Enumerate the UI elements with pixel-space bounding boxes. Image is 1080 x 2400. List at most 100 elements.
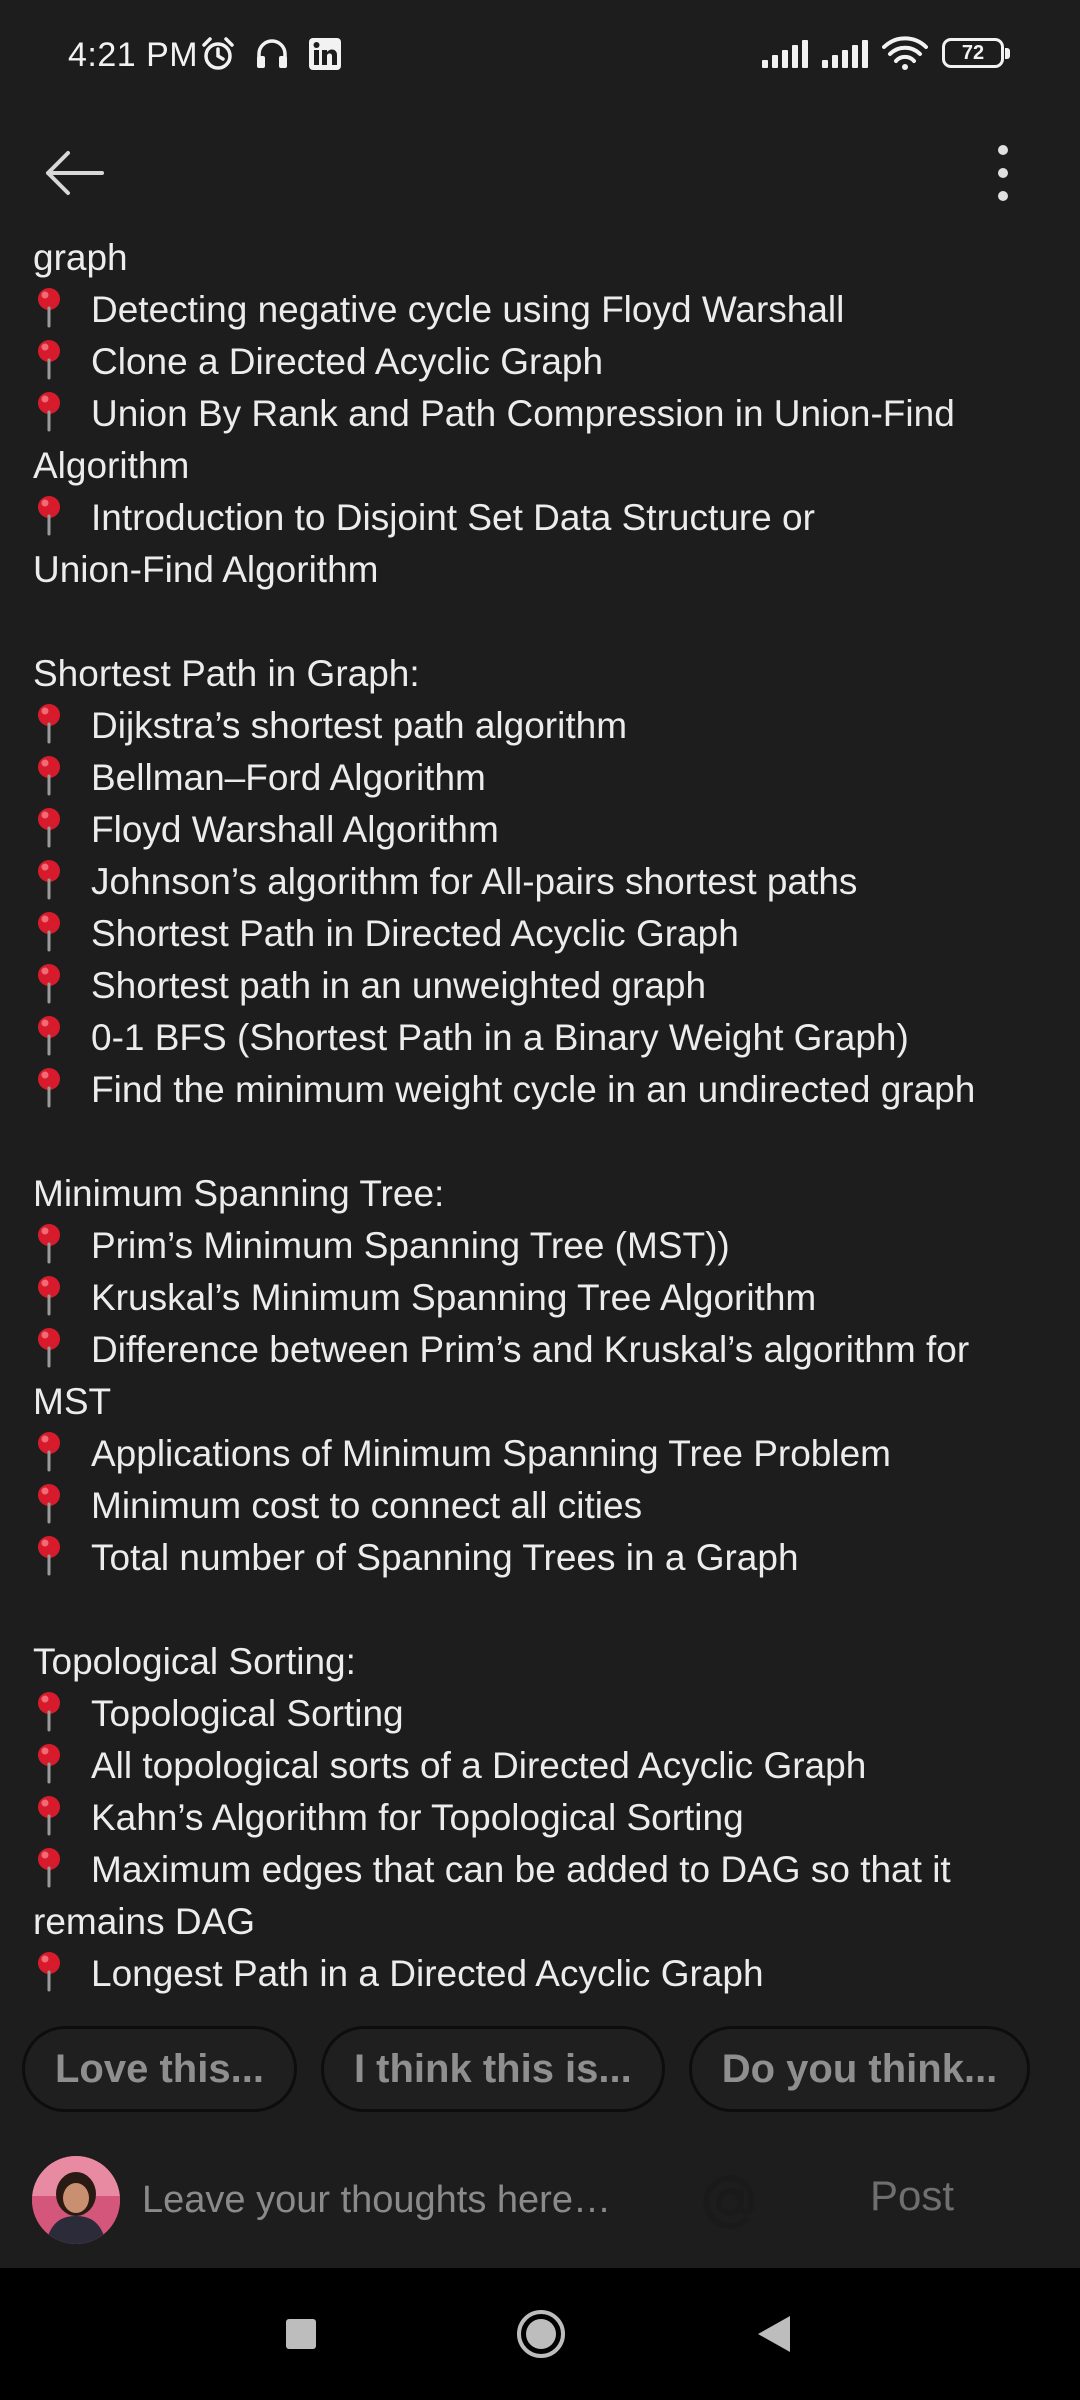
list-item: Topological Sorting xyxy=(33,1688,1053,1740)
circle-icon xyxy=(517,2310,565,2358)
post-button[interactable]: Post xyxy=(870,2172,954,2220)
more-options-button[interactable] xyxy=(978,138,1028,208)
pin-icon-wrap xyxy=(33,1064,91,1116)
text-line: graph xyxy=(33,232,1053,284)
pin-icon xyxy=(38,340,60,380)
comment-composer: Post xyxy=(0,2150,1080,2250)
line-text: Dijkstra’s shortest path algorithm xyxy=(91,705,628,746)
pin-icon-wrap xyxy=(33,492,91,544)
list-item: All topological sorts of a Directed Acyc… xyxy=(33,1740,1053,1792)
list-item: Applications of Minimum Spanning Tree Pr… xyxy=(33,1428,1053,1480)
back-button[interactable] xyxy=(40,138,110,208)
pin-icon xyxy=(38,704,60,744)
status-notification-icons xyxy=(200,36,342,72)
line-text: Bellman–Ford Algorithm xyxy=(91,757,486,798)
text-line: Algorithm xyxy=(33,440,1053,492)
line-text: Difference between Prim’s and Kruskal’s … xyxy=(91,1329,970,1370)
pin-icon xyxy=(38,912,60,952)
avatar xyxy=(32,2156,120,2244)
list-item: Prim’s Minimum Spanning Tree (MST)) xyxy=(33,1220,1053,1272)
linkedin-icon xyxy=(309,38,341,70)
more-vertical-icon xyxy=(998,145,1008,201)
list-item: Bellman–Ford Algorithm xyxy=(33,752,1053,804)
list-item: Dijkstra’s shortest path algorithm xyxy=(33,700,1053,752)
pin-icon-wrap xyxy=(33,804,91,856)
pin-icon xyxy=(38,1952,60,1992)
pin-icon-wrap xyxy=(33,1792,91,1844)
battery-icon: 72 xyxy=(942,38,1010,68)
list-item: Union By Rank and Path Compression in Un… xyxy=(33,388,1053,440)
pin-icon xyxy=(38,756,60,796)
mention-button[interactable] xyxy=(700,2172,760,2232)
pin-icon xyxy=(38,860,60,900)
square-icon xyxy=(286,2319,316,2349)
screen: 4:21 PM 72 graph Detecting negative cycl… xyxy=(0,0,1080,2400)
list-item: Johnson’s algorithm for All-pairs shorte… xyxy=(33,856,1053,908)
list-item: Minimum cost to connect all cities xyxy=(33,1480,1053,1532)
pin-icon-wrap xyxy=(33,960,91,1012)
pin-icon xyxy=(38,288,60,328)
comment-input[interactable] xyxy=(142,2170,662,2230)
status-time: 4:21 PM xyxy=(68,36,199,74)
headset-icon xyxy=(257,39,287,68)
text-line: Union-Find Algorithm xyxy=(33,544,1053,596)
pin-icon xyxy=(38,1536,60,1576)
text-line: Shortest Path in Graph: xyxy=(33,648,1053,700)
line-text: Kruskal’s Minimum Spanning Tree Algorith… xyxy=(91,1277,817,1318)
quick-reply-love[interactable]: Love this... xyxy=(22,2026,297,2112)
pin-icon-wrap xyxy=(33,1948,91,1994)
pin-icon-wrap xyxy=(33,1272,91,1324)
pin-icon xyxy=(38,1484,60,1524)
pin-icon xyxy=(38,392,60,432)
quick-reply-think[interactable]: I think this is... xyxy=(320,2026,665,2112)
line-text: Total number of Spanning Trees in a Grap… xyxy=(91,1537,799,1578)
list-item: Longest Path in a Directed Acyclic Graph xyxy=(33,1948,1053,1994)
line-text: Floyd Warshall Algorithm xyxy=(91,809,499,850)
line-text: Kahn’s Algorithm for Topological Sorting xyxy=(91,1797,744,1838)
text-line: Topological Sorting: xyxy=(33,1636,1053,1688)
pin-icon-wrap xyxy=(33,1740,91,1792)
list-item: Shortest Path in Directed Acyclic Graph xyxy=(33,908,1053,960)
pin-icon xyxy=(38,1796,60,1836)
pin-icon-wrap xyxy=(33,1428,91,1480)
pin-icon xyxy=(38,1276,60,1316)
pin-icon xyxy=(38,1848,60,1888)
pin-icon-wrap xyxy=(33,856,91,908)
arrow-left-icon xyxy=(46,151,104,195)
back-nav-button[interactable] xyxy=(756,2314,792,2359)
signal-icon xyxy=(762,38,808,68)
app-bar xyxy=(0,120,1080,220)
pin-icon xyxy=(38,808,60,848)
list-item: Shortest path in an unweighted graph xyxy=(33,960,1053,1012)
quick-reply-chips: Love this... I think this is... Do you t… xyxy=(22,2026,1031,2112)
wifi-icon xyxy=(882,36,928,70)
pin-icon-wrap xyxy=(33,1532,91,1584)
alarm-icon xyxy=(202,37,234,70)
line-text: Find the minimum weight cycle in an undi… xyxy=(91,1069,976,1110)
pin-icon-wrap xyxy=(33,908,91,960)
line-text: 0-1 BFS (Shortest Path in a Binary Weigh… xyxy=(91,1017,909,1058)
recents-button[interactable] xyxy=(285,2318,317,2355)
line-text: Shortest Path in Graph: xyxy=(33,653,420,694)
line-text: Union By Rank and Path Compression in Un… xyxy=(91,393,955,434)
list-item: Detecting negative cycle using Floyd War… xyxy=(33,284,1053,336)
home-button[interactable] xyxy=(515,2308,567,2365)
list-item: Clone a Directed Acyclic Graph xyxy=(33,336,1053,388)
line-text: graph xyxy=(33,237,128,278)
triangle-back-icon xyxy=(758,2316,790,2352)
post-content: graph Detecting negative cycle using Floy… xyxy=(33,232,1053,1994)
quick-reply-question[interactable]: Do you think... xyxy=(688,2026,1031,2112)
pin-icon xyxy=(38,1432,60,1472)
pin-icon xyxy=(38,1224,60,1264)
pin-icon xyxy=(38,496,60,536)
status-system-icons: 72 xyxy=(762,36,1010,70)
pin-icon xyxy=(38,964,60,1004)
pin-icon-wrap xyxy=(33,1688,91,1740)
line-text: Topological Sorting: xyxy=(33,1641,356,1682)
pin-icon-wrap xyxy=(33,388,91,440)
list-item: 0-1 BFS (Shortest Path in a Binary Weigh… xyxy=(33,1012,1053,1064)
line-text: Introduction to Disjoint Set Data Struct… xyxy=(91,497,815,538)
list-item: Kruskal’s Minimum Spanning Tree Algorith… xyxy=(33,1272,1053,1324)
